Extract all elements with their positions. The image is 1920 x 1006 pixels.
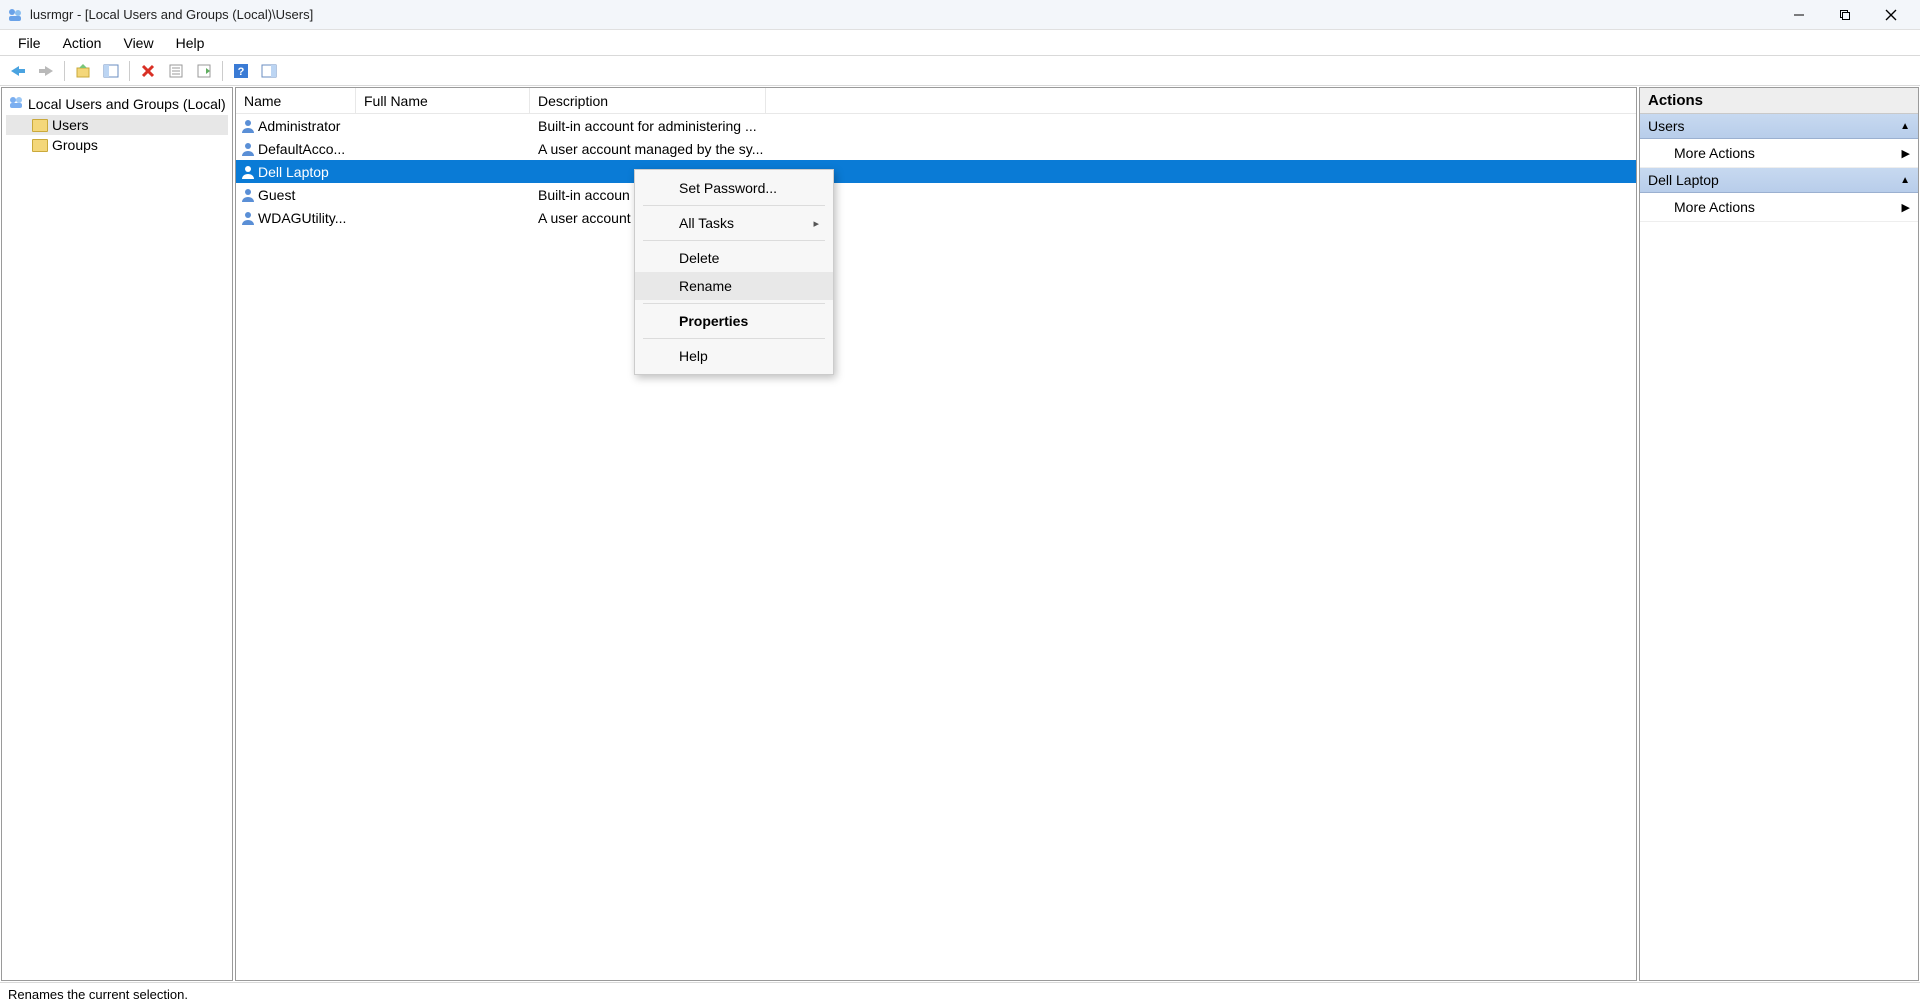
actions-section-selected[interactable]: Dell Laptop ▲	[1640, 168, 1918, 193]
tree-item-label: Users	[52, 117, 89, 133]
actions-more-users[interactable]: More Actions ▶	[1640, 139, 1918, 168]
titlebar: lusrmgr - [Local Users and Groups (Local…	[0, 0, 1920, 30]
context-separator	[643, 303, 825, 304]
cell-name: Guest	[258, 187, 295, 203]
list-row[interactable]: Administrator Built-in account for admini…	[236, 114, 1636, 137]
submenu-arrow-icon: ▶	[1902, 201, 1910, 214]
context-item-label: All Tasks	[679, 215, 734, 231]
context-item[interactable]: Set Password...	[635, 174, 833, 202]
user-icon	[240, 118, 256, 134]
actions-link-label: More Actions	[1674, 145, 1755, 161]
minimize-button[interactable]	[1776, 0, 1822, 30]
properties-button[interactable]	[164, 59, 188, 83]
actions-pane: Actions Users ▲ More Actions ▶ Dell Lapt…	[1639, 87, 1919, 981]
context-item[interactable]: Delete	[635, 244, 833, 272]
list-body: Administrator Built-in account for admini…	[236, 114, 1636, 229]
context-item-label: Delete	[679, 250, 719, 266]
context-item[interactable]: All Tasks ▸	[635, 209, 833, 237]
context-item[interactable]: Help	[635, 342, 833, 370]
context-separator	[643, 205, 825, 206]
column-name[interactable]: Name	[236, 88, 356, 113]
actions-more-selected[interactable]: More Actions ▶	[1640, 193, 1918, 222]
list-row[interactable]: DefaultAcco... A user account managed by …	[236, 137, 1636, 160]
tree-item-groups[interactable]: Groups	[6, 135, 228, 155]
list-pane: Name Full Name Description Administrator…	[235, 87, 1637, 981]
cell-name: Dell Laptop	[258, 164, 329, 180]
toolbar-separator	[129, 61, 130, 81]
statusbar: Renames the current selection.	[0, 982, 1920, 1006]
user-icon	[240, 187, 256, 203]
window-title: lusrmgr - [Local Users and Groups (Local…	[30, 7, 313, 22]
app-icon	[6, 6, 24, 24]
user-icon	[240, 141, 256, 157]
menubar: File Action View Help	[0, 30, 1920, 56]
context-separator	[643, 338, 825, 339]
context-item-label: Help	[679, 348, 708, 364]
folder-icon	[32, 119, 48, 132]
back-button[interactable]	[6, 59, 30, 83]
menu-view[interactable]: View	[113, 32, 163, 54]
list-row[interactable]: WDAGUtility...A user account	[236, 206, 1636, 229]
delete-button[interactable]	[136, 59, 160, 83]
cell-name: WDAGUtility...	[258, 210, 346, 226]
main-area: Local Users and Groups (Local) Users Gro…	[0, 86, 1920, 982]
menu-action[interactable]: Action	[53, 32, 112, 54]
actions-header: Actions	[1640, 88, 1918, 114]
maximize-button[interactable]	[1822, 0, 1868, 30]
toolbar: ?	[0, 56, 1920, 86]
refresh-button[interactable]	[192, 59, 216, 83]
context-item-label: Rename	[679, 278, 732, 294]
actions-section-label: Dell Laptop	[1648, 172, 1719, 188]
show-hide-tree-button[interactable]	[99, 59, 123, 83]
show-hide-action-button[interactable]	[257, 59, 281, 83]
up-button[interactable]	[71, 59, 95, 83]
list-header: Name Full Name Description	[236, 88, 1636, 114]
context-item[interactable]: Rename	[635, 272, 833, 300]
context-menu: Set Password... All Tasks ▸ Delete Rename Pro…	[634, 169, 834, 375]
context-item[interactable]: Properties	[635, 307, 833, 335]
status-text: Renames the current selection.	[8, 987, 188, 1002]
actions-section-label: Users	[1648, 118, 1685, 134]
cell-description: Built-in account for administering ...	[530, 118, 766, 134]
toolbar-separator	[222, 61, 223, 81]
cell-name: DefaultAcco...	[258, 141, 345, 157]
column-description[interactable]: Description	[530, 88, 766, 113]
list-row[interactable]: GuestBuilt-in accoun	[236, 183, 1636, 206]
forward-button[interactable]	[34, 59, 58, 83]
submenu-arrow-icon: ▸	[813, 217, 819, 230]
tree-root[interactable]: Local Users and Groups (Local)	[6, 92, 228, 115]
list-row[interactable]: Dell Laptop	[236, 160, 1636, 183]
tree-item-label: Groups	[52, 137, 98, 153]
submenu-arrow-icon: ▶	[1902, 147, 1910, 160]
tree-pane[interactable]: Local Users and Groups (Local) Users Gro…	[1, 87, 233, 981]
user-icon	[240, 210, 256, 226]
tree-root-label: Local Users and Groups (Local)	[28, 96, 226, 112]
user-icon	[240, 164, 256, 180]
help-button[interactable]: ?	[229, 59, 253, 83]
context-item-label: Set Password...	[679, 180, 777, 196]
folder-icon	[32, 139, 48, 152]
context-separator	[643, 240, 825, 241]
group-icon	[8, 94, 24, 113]
toolbar-separator	[64, 61, 65, 81]
cell-name: Administrator	[258, 118, 340, 134]
column-fullname[interactable]: Full Name	[356, 88, 530, 113]
close-button[interactable]	[1868, 0, 1914, 30]
svg-text:?: ?	[238, 66, 245, 78]
context-item-label: Properties	[679, 313, 748, 329]
actions-section-users[interactable]: Users ▲	[1640, 114, 1918, 139]
tree-item-users[interactable]: Users	[6, 115, 228, 135]
menu-file[interactable]: File	[8, 32, 51, 54]
cell-description: A user account managed by the sy...	[530, 141, 766, 157]
collapse-icon: ▲	[1900, 175, 1910, 186]
collapse-icon: ▲	[1900, 121, 1910, 132]
menu-help[interactable]: Help	[166, 32, 215, 54]
window-controls	[1776, 0, 1914, 30]
actions-link-label: More Actions	[1674, 199, 1755, 215]
